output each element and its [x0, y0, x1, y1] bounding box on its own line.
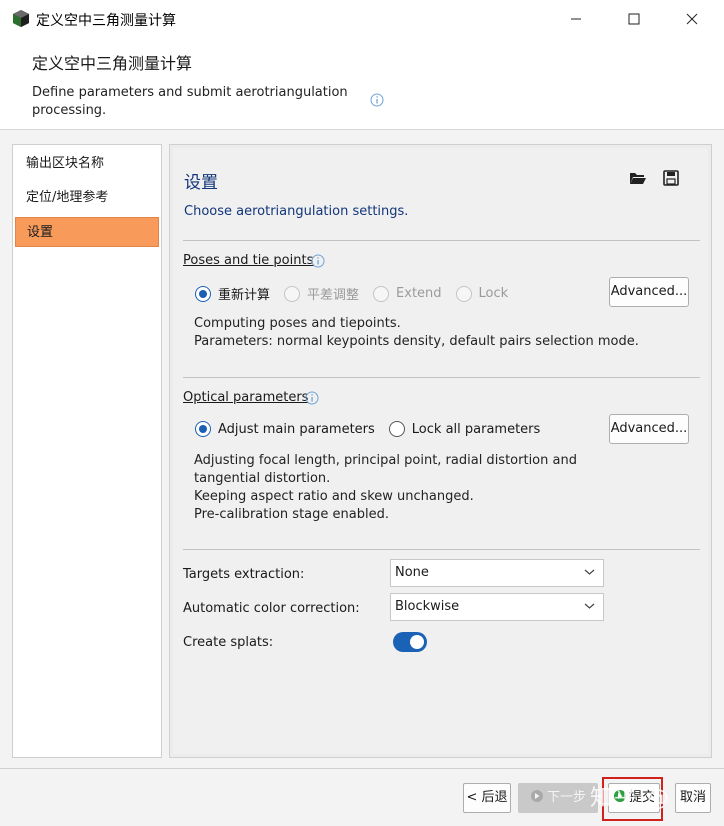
description-line: Keeping aspect ratio and skew unchanged.	[194, 489, 474, 504]
color-correction-label: Automatic color correction:	[183, 601, 360, 616]
radio-dot	[195, 421, 211, 437]
description-line: Parameters: normal keypoints density, de…	[194, 334, 639, 349]
close-icon	[686, 13, 698, 25]
title-bar: 定义空中三角测量计算	[0, 0, 724, 38]
radio-label: Extend	[396, 286, 442, 301]
back-button[interactable]: < 后退	[463, 783, 511, 813]
select-value: None	[395, 565, 429, 580]
description-line: Pre-calibration stage enabled.	[194, 507, 389, 522]
settings-inner: 设置 Choose aerotriangulation settings. Po…	[173, 148, 708, 754]
targets-extraction-label: Targets extraction:	[183, 567, 305, 582]
page-description: Define parameters and submit aerotriangu…	[32, 85, 348, 118]
divider	[183, 377, 700, 378]
poses-advanced-button[interactable]: Advanced...	[609, 277, 689, 307]
radio-lock-all[interactable]: Lock all parameters	[388, 421, 541, 437]
create-splats-label: Create splats:	[183, 635, 274, 650]
radio-dot	[373, 285, 390, 302]
wizard-header: 定义空中三角测量计算 Define parameters and submit …	[0, 38, 724, 130]
radio-lock[interactable]: Lock	[455, 285, 509, 302]
cube-app-icon	[13, 10, 29, 27]
radio-recompute[interactable]: 重新计算	[195, 284, 270, 303]
poses-group-title: Poses and tie points	[183, 253, 314, 268]
chevron-down-icon	[584, 569, 595, 575]
radio-dot	[388, 421, 405, 437]
page-title: 定义空中三角测量计算	[32, 54, 193, 73]
poses-description: Computing poses and tiepoints. Parameter…	[194, 315, 639, 351]
cancel-button[interactable]: 取消	[675, 783, 711, 813]
optical-mode-radios: Adjust main parameters Lock all paramete…	[195, 421, 554, 437]
radio-dot	[284, 285, 301, 302]
description-line: Adjusting focal length, principal point,…	[194, 453, 577, 468]
divider	[183, 240, 700, 241]
settings-panel: 设置 Choose aerotriangulation settings. Po…	[169, 144, 712, 758]
open-folder-icon[interactable]	[629, 170, 647, 186]
chevron-down-icon	[584, 603, 595, 609]
arrow-right-icon	[530, 790, 543, 802]
radio-dot	[455, 285, 472, 302]
description-line: tangential distortion.	[194, 471, 331, 486]
nav-item-settings[interactable]: 设置	[15, 217, 159, 247]
highlight-annotation	[602, 777, 663, 821]
info-icon[interactable]	[311, 254, 325, 268]
section-subtitle: Choose aerotriangulation settings.	[184, 204, 409, 219]
footer-divider	[0, 768, 724, 769]
maximize-icon	[628, 13, 640, 25]
maximize-button[interactable]	[606, 0, 662, 38]
radio-adjust[interactable]: 平差调整	[284, 284, 359, 303]
radio-label: Adjust main parameters	[218, 421, 375, 437]
poses-mode-radios: 重新计算 平差调整 Extend Lock	[195, 284, 522, 303]
next-label: 下一步	[546, 790, 586, 805]
minimize-icon	[571, 18, 581, 20]
divider	[183, 549, 700, 550]
info-icon[interactable]	[370, 93, 384, 107]
optical-group-title: Optical parameters	[183, 390, 309, 405]
radio-label: 平差调整	[307, 288, 360, 303]
radio-adjust-main[interactable]: Adjust main parameters	[195, 421, 375, 437]
save-icon[interactable]	[663, 170, 679, 186]
nav-item-positioning-georeference[interactable]: 定位/地理参考	[15, 183, 159, 213]
targets-extraction-select[interactable]: None	[390, 559, 604, 587]
radio-label: Lock	[478, 286, 509, 301]
color-correction-select[interactable]: Blockwise	[390, 593, 604, 621]
radio-label: 重新计算	[218, 288, 271, 303]
next-button[interactable]: 下一步	[518, 783, 598, 813]
wizard-nav: 输出区块名称 定位/地理参考 设置	[12, 144, 162, 758]
create-splats-toggle[interactable]	[393, 632, 427, 652]
select-value: Blockwise	[395, 599, 460, 614]
window-title: 定义空中三角测量计算	[36, 13, 176, 29]
optical-advanced-button[interactable]: Advanced...	[609, 414, 689, 444]
description-line: Computing poses and tiepoints.	[194, 316, 401, 331]
section-title: 设置	[184, 173, 218, 193]
radio-label: Lock all parameters	[411, 421, 541, 437]
close-button[interactable]	[664, 0, 720, 38]
minimize-button[interactable]	[548, 0, 604, 38]
optical-description: Adjusting focal length, principal point,…	[194, 452, 577, 524]
nav-item-output-block-name[interactable]: 输出区块名称	[15, 149, 159, 179]
info-icon[interactable]	[305, 391, 319, 405]
radio-extend[interactable]: Extend	[373, 285, 442, 302]
radio-dot	[195, 285, 211, 302]
